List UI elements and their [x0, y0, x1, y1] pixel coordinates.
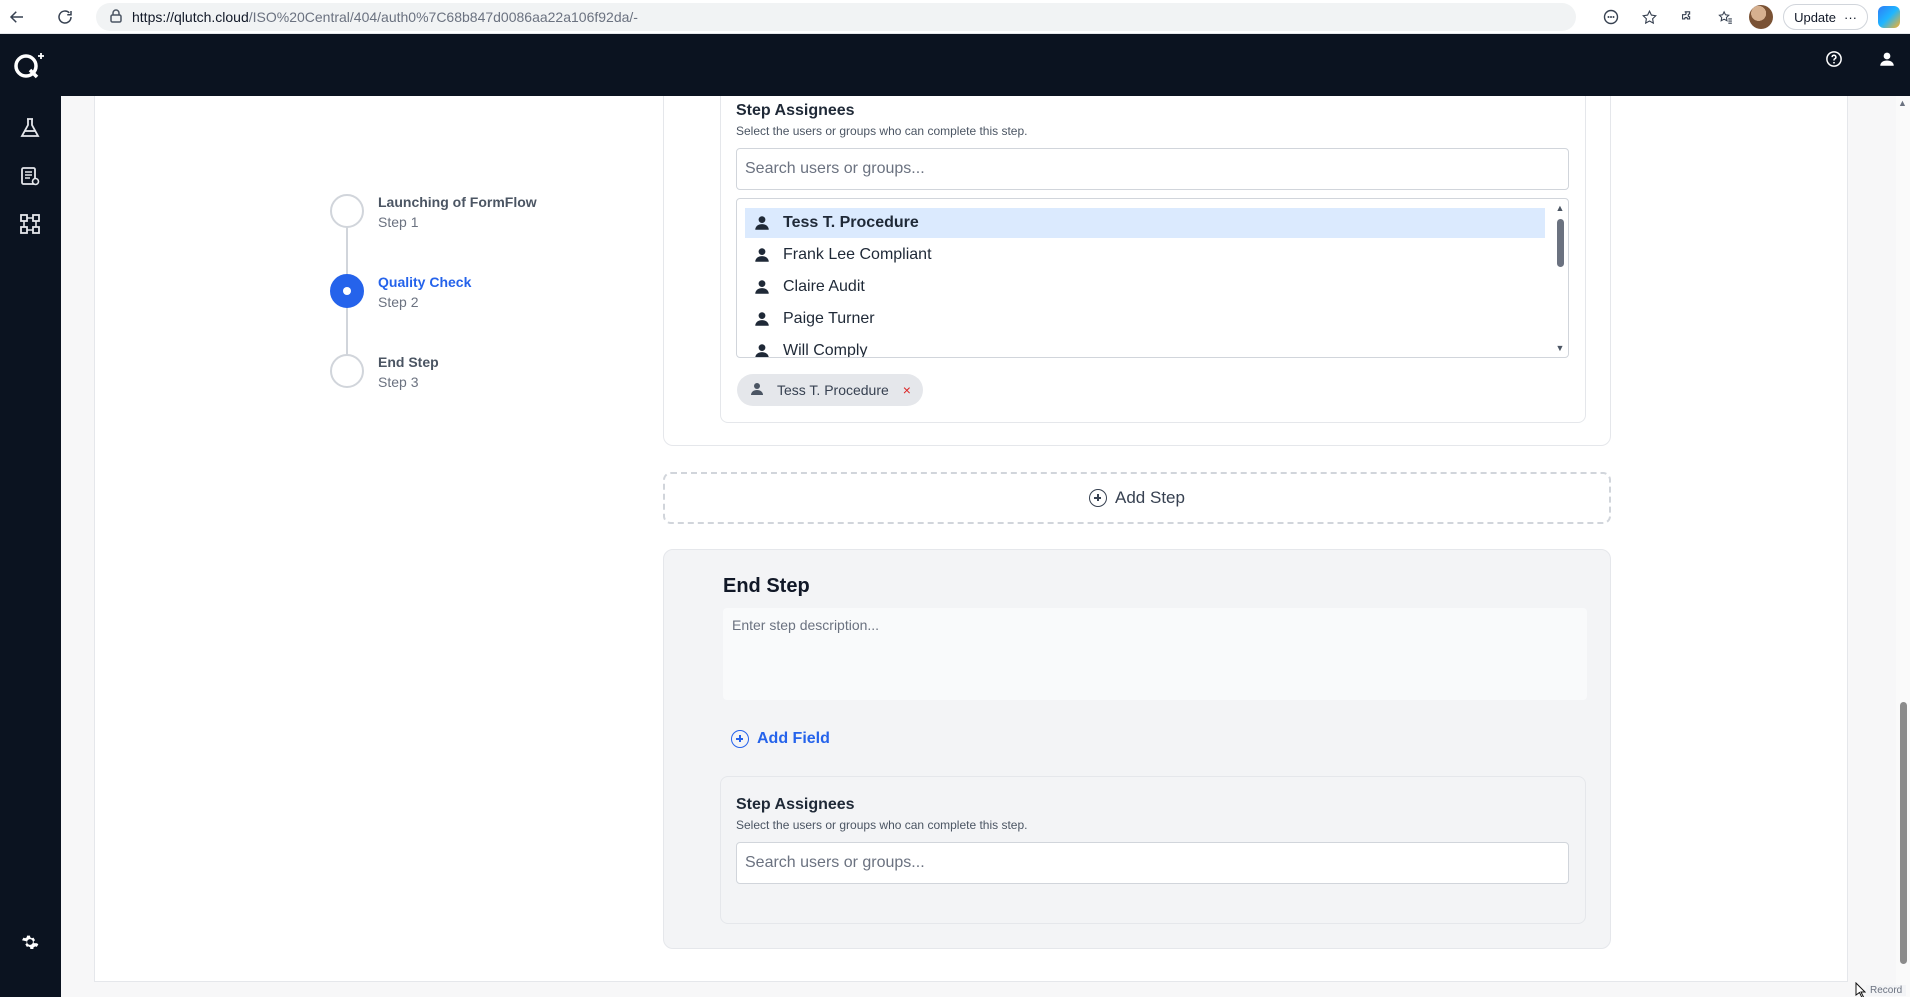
- assignee-option[interactable]: Paige Turner: [745, 304, 1545, 334]
- copilot-icon[interactable]: [1878, 6, 1900, 28]
- reader-icon[interactable]: [1597, 3, 1625, 31]
- assignee-option[interactable]: Claire Audit: [745, 272, 1545, 302]
- stepper-step-1[interactable]: Launching of FormFlow Step 1: [330, 190, 630, 240]
- settings-gear-icon[interactable]: [14, 926, 46, 958]
- add-field-label: Add Field: [757, 730, 830, 747]
- add-circle-icon: [731, 730, 749, 748]
- browser-actions: Update ···: [1597, 0, 1910, 34]
- end-assignees-description: Select the users or groups who can compl…: [736, 818, 1028, 832]
- person-icon: [753, 214, 771, 232]
- person-icon: [753, 342, 771, 357]
- add-step-label: Add Step: [1115, 488, 1185, 507]
- end-assignees-title: Step Assignees: [736, 796, 855, 813]
- address-bar[interactable]: https://qlutch.cloud/ISO%20Central/404/a…: [96, 3, 1576, 31]
- reload-icon[interactable]: [48, 0, 82, 34]
- assignee-option[interactable]: Tess T. Procedure: [745, 208, 1545, 238]
- person-icon: [753, 246, 771, 264]
- profile-avatar[interactable]: [1749, 5, 1774, 29]
- assignee-option[interactable]: Frank Lee Compliant: [745, 240, 1545, 270]
- url-path: /ISO%20Central/404/auth0%7C68b847d0086aa…: [248, 9, 638, 25]
- record-label: Record: [1866, 985, 1907, 996]
- assignee-option-label: Tess T. Procedure: [783, 214, 919, 231]
- url-host: https://qlutch.cloud: [132, 9, 249, 25]
- extensions-icon[interactable]: [1673, 3, 1701, 31]
- page-scroll-thumb[interactable]: [1900, 702, 1907, 964]
- assignee-options-list: Tess T. Procedure Frank Lee Compliant Cl…: [736, 198, 1569, 358]
- left-sidebar: [0, 96, 61, 997]
- assignee-option-label: Frank Lee Compliant: [783, 246, 932, 263]
- page-scrollbar[interactable]: ▲: [1896, 96, 1910, 997]
- chip-remove-icon[interactable]: ×: [903, 382, 911, 398]
- step-circle-icon: [330, 194, 364, 228]
- assignee-option-label: Will Comply: [783, 342, 868, 358]
- stepper-step-3[interactable]: End Step Step 3: [330, 350, 630, 400]
- workflow-icon[interactable]: [14, 208, 46, 240]
- list-scroll-thumb[interactable]: [1557, 219, 1564, 267]
- step-subtitle: Step 3: [378, 374, 419, 390]
- assignees-title: Step Assignees: [736, 102, 855, 119]
- browser-toolbar: https://qlutch.cloud/ISO%20Central/404/a…: [0, 0, 1910, 34]
- app-header: [0, 34, 1910, 96]
- star-icon[interactable]: [1635, 3, 1663, 31]
- assignees-description: Select the users or groups who can compl…: [736, 124, 1028, 138]
- update-label: Update: [1794, 9, 1836, 25]
- help-icon[interactable]: [1823, 48, 1845, 70]
- step-description-input[interactable]: [723, 608, 1587, 700]
- add-circle-icon: [1089, 489, 1108, 507]
- end-assignee-search-input[interactable]: [736, 842, 1569, 884]
- assignee-search-input[interactable]: [736, 148, 1569, 190]
- assignee-option[interactable]: Will Comply: [745, 336, 1545, 358]
- update-button[interactable]: Update ···: [1783, 4, 1868, 30]
- stepper-step-2[interactable]: Quality Check Step 2: [330, 270, 630, 320]
- chip-label: Tess T. Procedure: [777, 382, 889, 398]
- add-field-button[interactable]: Add Field: [731, 730, 830, 748]
- favorites-icon[interactable]: [1711, 3, 1739, 31]
- selected-assignee-chip: Tess T. Procedure ×: [737, 374, 923, 406]
- step-subtitle: Step 1: [378, 214, 419, 230]
- assignee-option-label: Claire Audit: [783, 278, 865, 295]
- flask-icon[interactable]: [14, 112, 46, 144]
- scroll-up-arrow-icon[interactable]: ▲: [1555, 203, 1565, 213]
- list-scrollbar[interactable]: ▲ ▼: [1554, 203, 1566, 353]
- step-active-circle-icon: [330, 274, 364, 308]
- lock-icon: [110, 8, 122, 26]
- step-circle-icon: [330, 354, 364, 388]
- back-icon[interactable]: [0, 0, 34, 34]
- step-title: Launching of FormFlow: [378, 194, 537, 210]
- app-logo-icon[interactable]: [12, 50, 48, 80]
- person-icon: [753, 310, 771, 328]
- person-icon: [753, 278, 771, 296]
- assignee-option-label: Paige Turner: [783, 310, 875, 327]
- user-account-icon[interactable]: [1876, 48, 1898, 70]
- more-icon: ···: [1844, 9, 1857, 25]
- end-step-title: End Step: [723, 575, 810, 597]
- step-subtitle: Step 2: [378, 294, 419, 310]
- step-title: Quality Check: [378, 274, 472, 290]
- step-title: End Step: [378, 354, 439, 370]
- person-icon: [749, 381, 767, 399]
- documents-icon[interactable]: [14, 160, 46, 192]
- add-step-button[interactable]: Add Step: [663, 472, 1611, 524]
- workflow-stepper: Launching of FormFlow Step 1 Quality Che…: [330, 190, 630, 400]
- scroll-down-arrow-icon[interactable]: ▼: [1555, 343, 1565, 353]
- page-scroll-up-icon[interactable]: ▲: [1898, 98, 1907, 108]
